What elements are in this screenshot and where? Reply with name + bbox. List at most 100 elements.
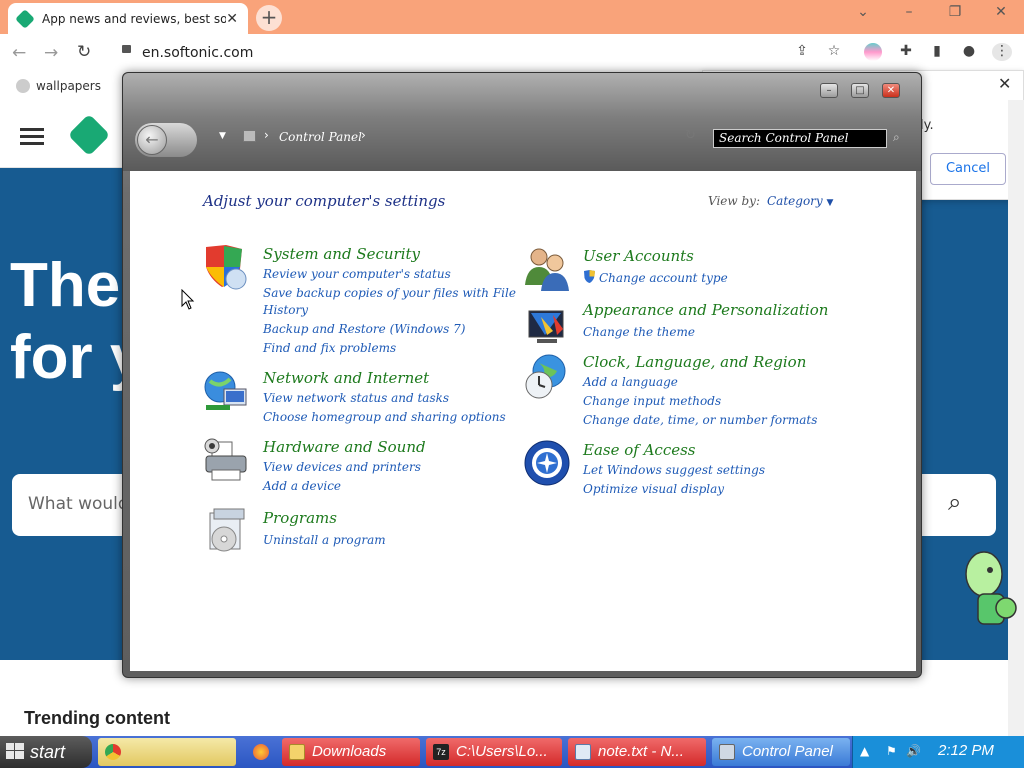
back-button[interactable]: ←: [137, 125, 167, 155]
shield-icon: [206, 245, 247, 290]
mouse-cursor-icon: [181, 289, 195, 310]
back-arrow-icon[interactable]: ←: [12, 43, 26, 63]
link-add-device[interactable]: Add a device: [263, 477, 341, 495]
browser-tab[interactable]: App news and reviews, best sof ✕: [8, 3, 248, 34]
taskbar-notepad-label: note.txt - N...: [598, 743, 684, 760]
link-add-language[interactable]: Add a language: [583, 373, 678, 391]
tab-search-icon[interactable]: ⌄: [848, 4, 878, 20]
extension-flag-icon[interactable]: [864, 43, 882, 61]
search-icon[interactable]: ⌕: [893, 130, 900, 145]
popup-cancel-button[interactable]: Cancel: [930, 153, 1006, 185]
profile-avatar-icon[interactable]: ●: [960, 43, 978, 61]
bookmark-wallpapers[interactable]: wallpapers: [16, 79, 101, 93]
link-optimize-display[interactable]: Optimize visual display: [583, 480, 724, 498]
link-backup-restore[interactable]: Backup and Restore (Windows 7): [263, 320, 465, 338]
control-panel-titlebar: [123, 73, 921, 171]
minimize-browser-button[interactable]: –: [894, 4, 924, 20]
view-by-value: Category: [767, 194, 823, 208]
browser-menu-icon[interactable]: ⋮: [992, 43, 1012, 61]
flag-icon[interactable]: ⚑: [886, 744, 897, 758]
link-save-backup-history[interactable]: History: [263, 301, 308, 319]
extensions-puzzle-icon[interactable]: ✚: [897, 43, 915, 61]
control-panel-window: – □ ✕ ← ▼ › Control Panel › ↻ Search Con…: [122, 72, 922, 678]
breadcrumb-chevron-icon[interactable]: ›: [361, 128, 366, 142]
ease-of-access-icon: [524, 440, 570, 486]
popup-close-icon[interactable]: ✕: [998, 74, 1011, 93]
tray-expand-icon[interactable]: ▲: [860, 744, 869, 758]
page-title: Adjust your computer's settings: [203, 192, 446, 210]
bookmark-label: wallpapers: [36, 79, 101, 93]
new-tab-button[interactable]: +: [256, 5, 282, 31]
side-panel-icon[interactable]: ▮: [928, 43, 946, 61]
volume-icon[interactable]: 🔊: [906, 744, 921, 758]
cp-maximize-button[interactable]: □: [851, 83, 869, 98]
page-scrollbar[interactable]: [1008, 100, 1024, 736]
close-browser-button[interactable]: ✕: [986, 4, 1016, 20]
link-change-account-type[interactable]: Change account type: [599, 269, 728, 287]
category-user-accounts[interactable]: User Accounts: [583, 247, 694, 265]
monitor-icon: [528, 310, 564, 343]
restore-browser-button[interactable]: ❐: [940, 4, 970, 20]
control-panel-taskbar-icon: [719, 744, 735, 760]
breadcrumb-separator-icon[interactable]: ›: [264, 128, 269, 142]
link-change-theme[interactable]: Change the theme: [583, 323, 695, 341]
taskbar-7zip-label: C:\Users\Lo...: [456, 743, 548, 760]
cp-minimize-button[interactable]: –: [820, 83, 838, 98]
category-ease-of-access[interactable]: Ease of Access: [583, 441, 696, 459]
link-find-fix-problems[interactable]: Find and fix problems: [263, 339, 396, 357]
breadcrumb-control-panel[interactable]: Control Panel: [279, 130, 362, 144]
globe-icon: [16, 79, 30, 93]
link-uninstall-program[interactable]: Uninstall a program: [263, 531, 386, 549]
site-search-icon[interactable]: ⌕: [948, 488, 961, 516]
folder-icon: [289, 744, 305, 760]
taskbar-control-panel[interactable]: Control Panel: [712, 738, 850, 766]
users-icon: [525, 248, 569, 291]
uac-shield-icon: [584, 270, 595, 283]
taskbar-chrome[interactable]: [98, 738, 236, 766]
reload-icon[interactable]: ↻: [77, 42, 91, 62]
link-windows-suggest[interactable]: Let Windows suggest settings: [583, 461, 765, 479]
link-change-input-methods[interactable]: Change input methods: [583, 392, 721, 410]
forward-arrow-icon[interactable]: →: [44, 43, 58, 63]
link-devices-printers[interactable]: View devices and printers: [263, 458, 421, 476]
control-panel-small-icon: [243, 130, 256, 142]
category-clock-language-region[interactable]: Clock, Language, and Region: [583, 353, 806, 371]
printer-icon: [204, 438, 247, 481]
share-icon[interactable]: ⇪: [793, 43, 811, 61]
taskbar-firefox[interactable]: [246, 738, 274, 766]
category-hardware-sound[interactable]: Hardware and Sound: [263, 438, 426, 456]
taskbar-clock[interactable]: 2:12 PM: [938, 742, 994, 759]
taskbar-notepad[interactable]: note.txt - N...: [568, 738, 706, 766]
category-appearance[interactable]: Appearance and Personalization: [583, 301, 828, 319]
notepad-icon: [575, 744, 591, 760]
cp-close-button[interactable]: ✕: [882, 83, 900, 98]
link-homegroup[interactable]: Choose homegroup and sharing options: [263, 408, 506, 426]
taskbar-control-panel-label: Control Panel: [742, 743, 833, 760]
category-network-internet[interactable]: Network and Internet: [263, 369, 429, 387]
trending-heading: Trending content: [24, 708, 170, 728]
recent-pages-dropdown-icon[interactable]: ▼: [219, 131, 226, 141]
link-network-status[interactable]: View network status and tasks: [263, 389, 449, 407]
chrome-icon: [105, 744, 121, 760]
taskbar-7zip[interactable]: 7z C:\Users\Lo...: [426, 738, 562, 766]
control-panel-search-input[interactable]: Search Control Panel: [713, 129, 887, 148]
link-change-date-formats[interactable]: Change date, time, or number formats: [583, 411, 817, 429]
link-review-status[interactable]: Review your computer's status: [263, 265, 451, 283]
view-by-label: View by:: [708, 194, 760, 208]
taskbar-downloads[interactable]: Downloads: [282, 738, 420, 766]
hamburger-menu-icon[interactable]: [20, 128, 44, 131]
taskbar-downloads-label: Downloads: [312, 743, 387, 760]
programs-icon: [209, 508, 245, 552]
view-by-dropdown[interactable]: Category ▼: [767, 194, 833, 208]
site-search-placeholder: What would: [28, 494, 129, 514]
category-programs[interactable]: Programs: [263, 509, 337, 527]
tab-close-icon[interactable]: ✕: [226, 11, 238, 27]
link-save-backup[interactable]: Save backup copies of your files with Fi…: [263, 284, 516, 302]
bookmark-star-icon[interactable]: ☆: [825, 43, 843, 61]
firefox-icon: [253, 744, 269, 760]
refresh-icon[interactable]: ↻: [685, 128, 696, 143]
category-system-security[interactable]: System and Security: [263, 245, 420, 263]
address-bar[interactable]: en.softonic.com: [112, 38, 862, 68]
tab-title: App news and reviews, best sof: [42, 11, 227, 26]
7zip-icon: 7z: [433, 744, 449, 760]
